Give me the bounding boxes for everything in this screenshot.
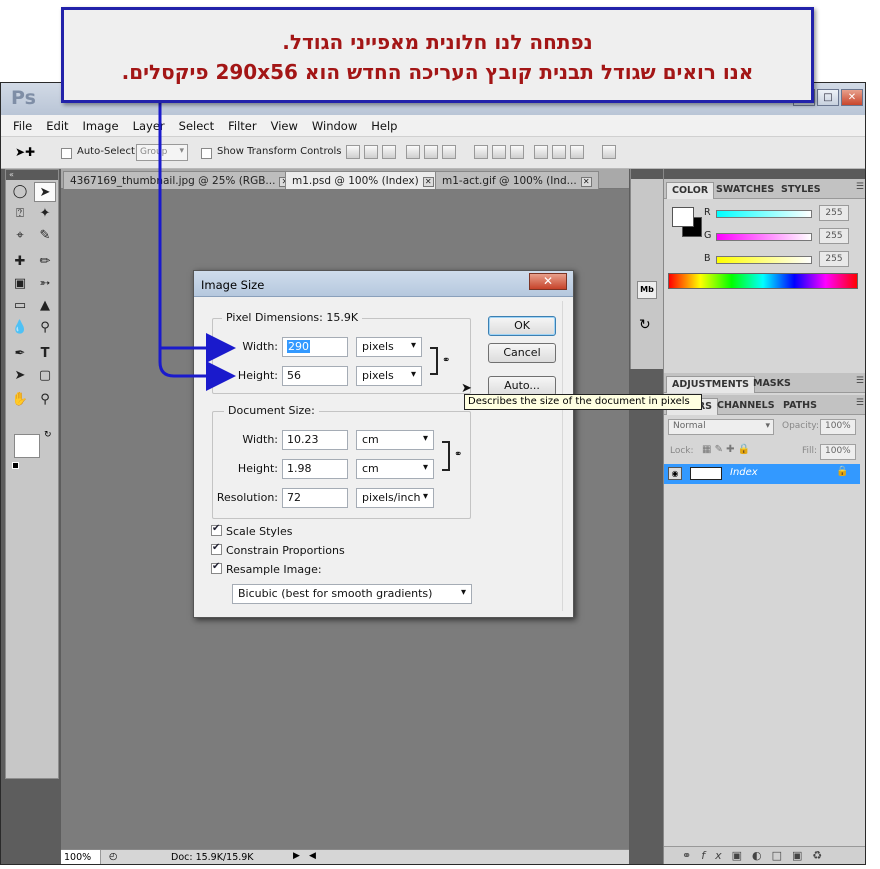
annotation-arrows bbox=[158, 100, 236, 391]
arrow-to-width bbox=[158, 100, 236, 363]
color-fg-swatch[interactable] bbox=[672, 207, 694, 227]
annotation-callout: נפתחה לנו חלונית מאפייני הגודל. אנו רואי… bbox=[61, 7, 814, 103]
callout-line-1: נפתחה לנו חלונית מאפייני הגודל. bbox=[282, 30, 593, 54]
callout-line-2: אנו רואים שגודל תבנית קובץ העריכה החדש ה… bbox=[121, 60, 754, 84]
arrow-to-height bbox=[158, 348, 236, 391]
